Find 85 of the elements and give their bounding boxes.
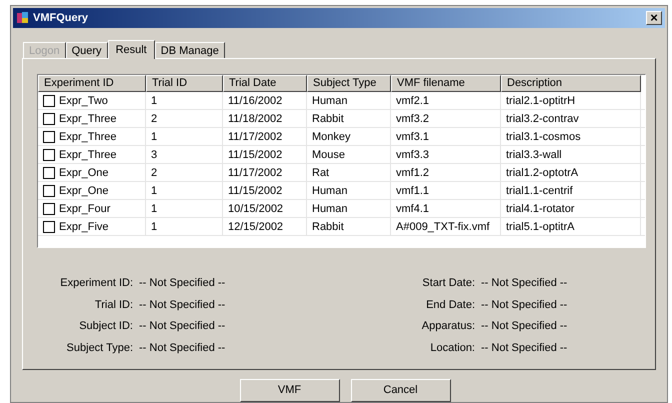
column-header[interactable]: Experiment ID <box>38 75 146 92</box>
table-cell: 12/15/2002 <box>223 218 307 236</box>
checkbox[interactable] <box>43 203 55 215</box>
column-header[interactable]: Trial Date <box>223 75 307 92</box>
table-cell-text: Expr_Four <box>59 202 110 217</box>
table-cell-text: Expr_Two <box>59 94 108 109</box>
field-label: Start Date: <box>421 276 475 291</box>
table-cell: trial4.1-rotator <box>501 200 641 218</box>
dialog-button[interactable]: Cancel <box>350 379 450 402</box>
field-value: -- Not Specified -- <box>139 319 226 334</box>
window-title: VMFQuery <box>33 10 88 26</box>
table-cell: trial5.1-optitrA <box>501 218 641 236</box>
checkbox[interactable] <box>43 221 55 233</box>
table-cell: vmf3.3 <box>391 146 501 164</box>
tab[interactable]: DB Manage <box>154 42 225 58</box>
table-cell: trial1.1-centrif <box>501 182 641 200</box>
field-value: -- Not Specified -- <box>139 276 226 291</box>
table-cell: 2 <box>146 164 223 182</box>
column-header[interactable]: Description <box>501 75 641 92</box>
checkbox[interactable] <box>43 185 55 197</box>
table-cell: Mouse <box>307 146 391 164</box>
table-cell-text: Expr_Five <box>59 220 109 235</box>
table-cell: Rabbit <box>307 110 391 128</box>
field-value: -- Not Specified -- <box>139 340 226 356</box>
table-cell: Rat <box>307 164 391 182</box>
table-cell: 11/16/2002 <box>223 92 307 110</box>
table-cell: 1 <box>146 218 223 236</box>
table-cell: vmf4.1 <box>391 200 501 218</box>
table-cell: trial3.2-contrav <box>501 110 641 128</box>
dialog-button[interactable]: VMF <box>240 379 340 402</box>
field-label: Experiment ID: <box>59 276 133 291</box>
table-cell: Human <box>307 182 391 200</box>
field-label: Location: <box>429 340 475 356</box>
table-cell: Human <box>307 92 391 110</box>
table-cell: vmf3.1 <box>391 128 501 146</box>
table-cell: 11/18/2002 <box>223 110 307 128</box>
table-cell: trial2.1-optitrH <box>501 92 641 110</box>
table-cell: 1 <box>146 200 223 218</box>
field-value: -- Not Specified -- <box>139 298 226 312</box>
checkbox[interactable] <box>43 113 55 125</box>
table-cell: 1 <box>146 92 223 110</box>
table-cell-text: Expr_Three <box>59 112 116 127</box>
table-cell: 2 <box>146 110 223 128</box>
table-cell: 11/17/2002 <box>223 128 307 146</box>
column-header[interactable]: VMF filename <box>391 75 501 92</box>
table-cell: Human <box>307 200 391 218</box>
field-value: -- Not Specified -- <box>481 340 568 356</box>
table-cell: vmf1.2 <box>391 164 501 182</box>
field-value: -- Not Specified -- <box>481 319 568 334</box>
table-cell: Rabbit <box>307 218 391 236</box>
field-label: Apparatus: <box>420 319 475 334</box>
field-value: -- Not Specified -- <box>481 276 568 291</box>
table-cell: 3 <box>146 146 223 164</box>
field-label: Subject Type: <box>66 340 133 356</box>
table-cell: 1 <box>146 128 223 146</box>
table-cell: 11/15/2002 <box>223 182 307 200</box>
checkbox[interactable] <box>43 131 55 143</box>
table-cell: vmf1.1 <box>391 182 501 200</box>
app-icon <box>16 11 30 25</box>
table-cell: A#009_TXT-fix.vmf <box>391 218 501 236</box>
checkbox[interactable] <box>43 167 55 179</box>
table-cell-text: Expr_Three <box>59 148 116 163</box>
tab[interactable]: Result <box>108 40 155 59</box>
checkbox[interactable] <box>43 95 55 107</box>
table-cell: vmf2.1 <box>391 92 501 110</box>
table-cell: trial1.2-optotrA <box>501 164 641 182</box>
table-cell: trial3.1-cosmos <box>501 128 641 146</box>
table-cell: 11/15/2002 <box>223 146 307 164</box>
table-cell: Monkey <box>307 128 391 146</box>
table-cell: 10/15/2002 <box>223 200 307 218</box>
table-cell-text: Expr_One <box>59 184 109 199</box>
table-cell: trial3.3-wall <box>501 146 641 164</box>
field-label: Subject ID: <box>78 319 133 334</box>
table-cell: 1 <box>146 182 223 200</box>
field-label: Trial ID: <box>94 298 133 312</box>
table-cell: vmf3.2 <box>391 110 501 128</box>
column-header[interactable]: Subject Type <box>307 75 391 92</box>
field-label: End Date: <box>425 298 475 312</box>
checkbox[interactable] <box>43 149 55 161</box>
table-cell: 11/17/2002 <box>223 164 307 182</box>
table-cell-text: Expr_One <box>59 166 109 181</box>
column-header[interactable]: Trial ID <box>146 75 223 92</box>
close-button[interactable]: × <box>646 11 662 25</box>
table-cell-text: Expr_Three <box>59 130 116 145</box>
field-value: -- Not Specified -- <box>481 298 568 312</box>
